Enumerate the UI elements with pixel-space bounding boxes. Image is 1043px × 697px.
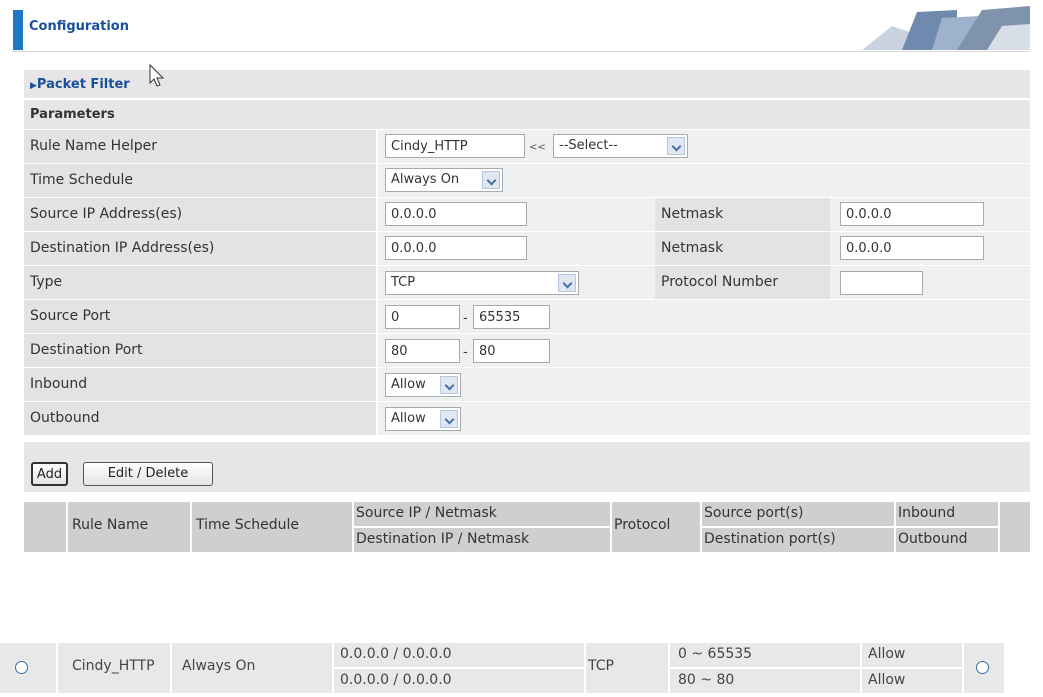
protocol-number-input[interactable]	[840, 271, 923, 295]
parameters-title: Parameters	[30, 107, 115, 122]
source-port-to-input[interactable]: 65535	[473, 305, 550, 329]
dest-ip-row: Destination IP Address(es) 0.0.0.0 Netma…	[24, 232, 1030, 265]
rule-helper-select[interactable]: --Select--	[553, 134, 688, 158]
dest-ip-input[interactable]: 0.0.0.0	[385, 236, 527, 260]
source-netmask-input[interactable]: 0.0.0.0	[840, 202, 984, 226]
header-divider	[13, 51, 1029, 52]
helper-arrows: <<	[529, 142, 546, 153]
rule-name-row: Rule Name Helper Cindy_HTTP << --Select-…	[24, 130, 1030, 163]
dest-netmask-label-cell: Netmask	[655, 232, 830, 265]
header-select-col	[24, 502, 66, 552]
row-edit-radio[interactable]	[976, 661, 989, 674]
table-row: Cindy_HTTP Always On 0.0.0.0 / 0.0.0.0 0…	[0, 643, 1043, 693]
button-bar: Add Edit / Delete	[24, 442, 1030, 492]
rule-list-header: Rule Name Time Schedule Source IP / Netm…	[24, 502, 1030, 552]
chevron-down-icon	[482, 171, 500, 189]
protocol-number-label-cell: Protocol Number	[655, 266, 830, 299]
header-decoration-image	[862, 6, 1030, 50]
protocol-number-label: Protocol Number	[661, 274, 779, 290]
dest-port-row: Destination Port 80 - 80	[24, 334, 1030, 367]
header-outbound: Outbound	[896, 528, 998, 552]
inbound-row: Inbound Allow	[24, 368, 1030, 401]
source-netmask-label: Netmask	[661, 206, 724, 222]
dest-port-dash: -	[463, 345, 468, 360]
page-title: Configuration	[29, 19, 129, 34]
inbound-label: Inbound	[30, 376, 88, 392]
add-button[interactable]: Add	[31, 462, 68, 486]
section-title-text: Packet Filter	[36, 77, 130, 92]
inbound-select-value: Allow	[391, 377, 426, 392]
type-row: Type TCP Protocol Number	[24, 266, 1030, 299]
row-source-ip: 0.0.0.0 / 0.0.0.0	[334, 643, 584, 667]
row-select-cell	[0, 643, 56, 693]
source-netmask-label-cell: Netmask	[655, 198, 830, 231]
rule-helper-select-value: --Select--	[559, 138, 618, 153]
dest-netmask-input[interactable]: 0.0.0.0	[840, 236, 984, 260]
outbound-select[interactable]: Allow	[385, 407, 461, 431]
row-dest-ip: 0.0.0.0 / 0.0.0.0	[334, 669, 584, 693]
time-schedule-select-value: Always On	[391, 172, 460, 187]
time-schedule-select[interactable]: Always On	[385, 168, 503, 192]
time-schedule-label: Time Schedule	[30, 172, 134, 188]
type-select-value: TCP	[391, 275, 416, 290]
header-source-ports: Source port(s)	[702, 502, 894, 526]
row-outbound: Allow	[862, 669, 962, 693]
header-accent-bar	[13, 10, 23, 50]
row-protocol: TCP	[586, 643, 668, 693]
inbound-select[interactable]: Allow	[385, 373, 461, 397]
source-ip-label: Source IP Address(es)	[30, 206, 183, 222]
edit-delete-button[interactable]: Edit / Delete	[83, 462, 213, 486]
parameters-header	[24, 100, 1030, 129]
source-ip-row: Source IP Address(es) 0.0.0.0 Netmask 0.…	[24, 198, 1030, 231]
source-ip-input[interactable]: 0.0.0.0	[385, 202, 527, 226]
type-select[interactable]: TCP	[385, 271, 579, 295]
source-port-from-input[interactable]: 0	[385, 305, 460, 329]
chevron-down-icon	[440, 410, 458, 428]
row-source-ports: 0 ~ 65535	[670, 643, 860, 667]
rule-name-label: Rule Name Helper	[30, 138, 157, 154]
rule-name-input[interactable]: Cindy_HTTP	[385, 134, 525, 158]
outbound-row: Outbound Allow	[24, 402, 1030, 435]
row-action-cell	[964, 643, 1004, 693]
outbound-label: Outbound	[30, 410, 100, 426]
type-label: Type	[30, 274, 63, 290]
dest-ip-label: Destination IP Address(es)	[30, 240, 215, 256]
chevron-down-icon	[440, 376, 458, 394]
dest-port-to-input[interactable]: 80	[473, 339, 550, 363]
source-port-dash: -	[463, 311, 468, 326]
header-dest-ports: Destination port(s)	[702, 528, 894, 552]
row-select-radio[interactable]	[15, 661, 28, 674]
dest-netmask-label: Netmask	[661, 240, 724, 256]
row-inbound: Allow	[862, 643, 962, 667]
source-port-label: Source Port	[30, 308, 111, 324]
row-time-schedule: Always On	[172, 643, 332, 693]
section-bar	[24, 70, 1030, 99]
row-dest-ports: 80 ~ 80	[670, 669, 860, 693]
header-time-schedule: Time Schedule	[192, 502, 352, 552]
header-protocol: Protocol	[612, 502, 700, 552]
source-port-row: Source Port 0 - 65535	[24, 300, 1030, 333]
chevron-down-icon	[558, 274, 576, 292]
header-inbound: Inbound	[896, 502, 998, 526]
header-action-col	[1000, 502, 1030, 552]
outbound-select-value: Allow	[391, 411, 426, 426]
time-schedule-row: Time Schedule Always On	[24, 164, 1030, 197]
section-title[interactable]: ▶Packet Filter	[30, 77, 130, 92]
header-source-ip-netmask: Source IP / Netmask	[354, 502, 610, 526]
header-rule-name: Rule Name	[68, 502, 190, 552]
dest-port-label: Destination Port	[30, 342, 143, 358]
dest-port-from-input[interactable]: 80	[385, 339, 460, 363]
triangle-right-icon: ▶	[30, 81, 37, 91]
header-dest-ip-netmask: Destination IP / Netmask	[354, 528, 610, 552]
chevron-down-icon	[667, 137, 685, 155]
row-rule-name: Cindy_HTTP	[58, 643, 170, 693]
mouse-pointer-icon	[149, 63, 165, 87]
